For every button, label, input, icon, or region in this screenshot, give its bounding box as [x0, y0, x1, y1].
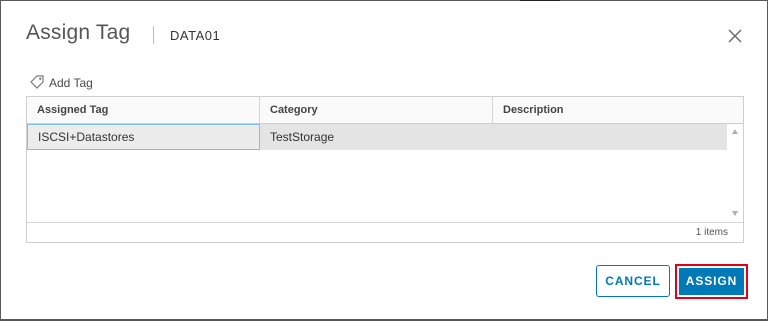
cell-assigned-tag[interactable]: ISCSI+Datastores: [27, 124, 260, 150]
scroll-down-arrow-icon[interactable]: [732, 211, 738, 216]
title-divider: [153, 26, 154, 44]
tag-icon: [30, 74, 45, 92]
grid-header: Assigned Tag Category Description: [27, 97, 743, 124]
column-header-assigned-tag[interactable]: Assigned Tag: [27, 97, 260, 123]
column-header-category[interactable]: Category: [260, 97, 493, 123]
items-count: 1 items: [695, 227, 728, 238]
scroll-up-arrow-icon[interactable]: [732, 129, 738, 134]
cell-category: TestStorage: [270, 130, 335, 144]
column-header-description[interactable]: Description: [493, 97, 743, 123]
assign-button-highlight: ASSIGN: [675, 264, 748, 299]
grid-footer: 1 items: [27, 222, 743, 243]
assign-tag-dialog: Assign Tag DATA01 Add Tag Assigned Tag C…: [1, 1, 767, 319]
add-tag-label: Add Tag: [49, 76, 93, 90]
assign-button[interactable]: ASSIGN: [679, 268, 744, 295]
assigned-tags-grid: Assigned Tag Category Description ISCSI+…: [26, 96, 744, 243]
cancel-button[interactable]: CANCEL: [596, 265, 670, 297]
close-icon[interactable]: [727, 28, 743, 44]
dialog-subtitle: DATA01: [170, 28, 221, 43]
table-row[interactable]: ISCSI+Datastores TestStorage: [27, 124, 727, 150]
grid-scrollbar[interactable]: [729, 124, 743, 222]
cell-description: [493, 124, 727, 150]
add-tag-button[interactable]: Add Tag: [30, 74, 93, 92]
dialog-title: Assign Tag: [26, 21, 131, 44]
